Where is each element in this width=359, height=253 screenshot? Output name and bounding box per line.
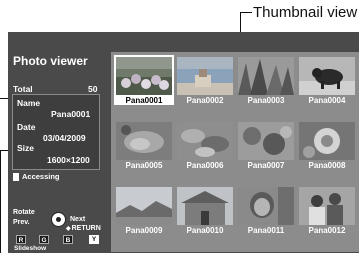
thumbnail-tile[interactable]: Pana0009 [114, 185, 172, 235]
status-text: Accessing [22, 172, 60, 181]
blue-key-button[interactable]: B [63, 235, 73, 244]
thumbnail-image-landscape [116, 187, 172, 225]
callout-line-horizontal [240, 12, 252, 13]
thumbnail-image-trees [238, 57, 294, 95]
thumbnail-image-flower-closeup [299, 122, 355, 160]
thumbnail-image-rocks [238, 122, 294, 160]
info-panel: Photo viewer Total 50 Name Pana0001 Date… [8, 32, 104, 253]
photo-viewer-screen: Photo viewer Total 50 Name Pana0001 Date… [8, 32, 359, 253]
thumbnail-tile[interactable]: Pana0011 [236, 185, 294, 235]
thumbnail-tile[interactable]: Pana0012 [297, 185, 355, 235]
thumbnail-label: Pana0009 [125, 226, 163, 235]
thumbnail-tile[interactable]: Pana0004 [297, 55, 355, 105]
size-label: Size [17, 143, 35, 153]
thumbnail-image-flowers [114, 55, 174, 97]
thumbnail-label: Pana0004 [308, 96, 346, 105]
thumbnail-image-building [177, 187, 233, 225]
return-arrow-icon: ◆ [66, 226, 71, 232]
card-icon [13, 172, 19, 181]
dpad-icon [51, 212, 66, 227]
size-value: 1600×1200 [47, 155, 90, 165]
date-label: Date [17, 122, 36, 132]
prev-label: Prev. [13, 219, 30, 226]
thumbnail-label: Pana0011 [247, 226, 285, 235]
thumbnail-label: Pana0010 [186, 226, 224, 235]
panel-title: Photo viewer [13, 54, 88, 68]
green-key-button[interactable]: G [39, 235, 49, 244]
name-label: Name [17, 98, 41, 108]
thumbnail-label: Pana0008 [308, 161, 346, 170]
leader-line-controls [0, 150, 1, 253]
thumbnail-label: Pana0005 [125, 161, 163, 170]
total-label: Total [13, 84, 33, 94]
thumbnail-label: Pana0012 [308, 226, 346, 235]
thumbnail-image-people [299, 187, 355, 225]
thumbnail-label: Pana0003 [247, 96, 285, 105]
total-value: 50 [88, 84, 98, 94]
thumbnail-image-beach [177, 57, 233, 95]
return-label: ◆RETURN [66, 225, 101, 232]
thumbnail-image-dog [299, 57, 355, 95]
thumbnail-view-callout: Thumbnail view [253, 4, 358, 21]
thumbnail-tile[interactable]: Pana0007 [236, 120, 294, 170]
thumbnail-tile[interactable]: Pana0005 [114, 120, 172, 170]
slideshow-label: Slideshow [14, 245, 47, 252]
thumbnail-tile[interactable]: Pana0001 [114, 55, 174, 105]
name-value: Pana0001 [51, 109, 91, 119]
thumbnail-tile[interactable]: Pana0006 [175, 120, 233, 170]
thumbnail-image-portrait [238, 187, 294, 225]
thumbnail-label: Pana0001 [114, 96, 174, 105]
thumbnail-tile[interactable]: Pana0010 [175, 185, 233, 235]
status-indicator: Accessing [13, 172, 60, 181]
thumbnail-grid: Pana0001 Pana0002 Pana0003 Pana0004 Pana… [111, 52, 359, 252]
red-key-button[interactable]: R [16, 235, 26, 244]
photo-info-box: Name Pana0001 Date 03/04/2009 Size 1600×… [12, 94, 100, 170]
thumbnail-label: Pana0006 [186, 161, 224, 170]
thumbnail-label: Pana0002 [186, 96, 224, 105]
rotate-label: Rotate [13, 209, 35, 216]
next-label: Next [70, 216, 86, 223]
thumbnail-image-stream [116, 122, 172, 160]
thumbnail-label: Pana0007 [247, 161, 285, 170]
date-value: 03/04/2009 [43, 133, 86, 143]
thumbnail-tile[interactable]: Pana0003 [236, 55, 294, 105]
thumbnail-tile[interactable]: Pana0002 [175, 55, 233, 105]
thumbnail-tile[interactable]: Pana0008 [297, 120, 355, 170]
return-text: RETURN [71, 225, 101, 232]
yellow-key-button[interactable]: Y [89, 235, 99, 244]
thumbnail-image-leaves [177, 122, 233, 160]
